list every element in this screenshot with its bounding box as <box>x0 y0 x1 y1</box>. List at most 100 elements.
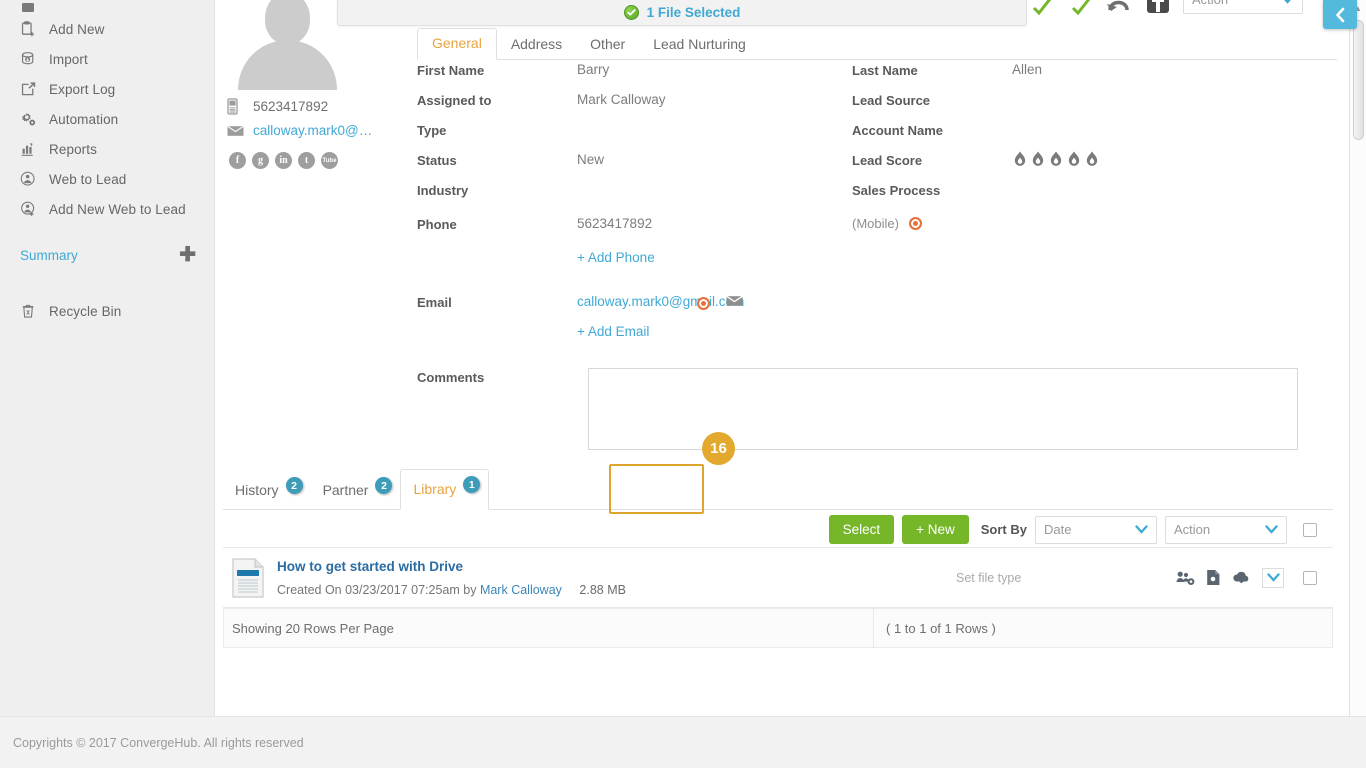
module-tabs: History 2 Partner 2 Library 1 <box>223 469 1333 510</box>
sidebar-item-automation[interactable]: Automation <box>0 104 214 134</box>
add-email-link[interactable]: + Add Email <box>577 324 649 339</box>
table-row: How to get started with Drive Created On… <box>223 548 1333 608</box>
file-title-link[interactable]: How to get started with Drive <box>277 559 956 574</box>
select-all-checkbox[interactable] <box>1303 522 1317 537</box>
sidebar-item-label: Automation <box>49 111 119 127</box>
import-icon <box>20 49 44 69</box>
vertical-scrollbar[interactable]: ▲ <box>1349 0 1366 716</box>
tab-partner[interactable]: Partner 2 <box>311 471 401 510</box>
share-users-icon[interactable] <box>1176 570 1195 586</box>
row-checkbox[interactable] <box>1303 570 1317 585</box>
field-label: Type <box>417 123 447 138</box>
phone-type-label: (Mobile) <box>852 216 899 231</box>
tab-lead-nurturing[interactable]: Lead Nurturing <box>639 30 760 60</box>
flame-icon[interactable] <box>1084 150 1100 170</box>
linkedin-icon[interactable]: in <box>275 152 292 169</box>
action-select-top[interactable]: Action <box>1183 0 1303 14</box>
chevron-down-icon <box>1265 523 1278 536</box>
flame-icon[interactable] <box>1012 150 1028 170</box>
field-value: Barry <box>577 62 610 77</box>
field-label: Industry <box>417 183 469 198</box>
new-button[interactable]: + New <box>902 515 969 544</box>
clipped-icon <box>20 0 44 14</box>
flame-icon[interactable] <box>1066 150 1082 170</box>
twitter-icon[interactable]: t <box>298 152 315 169</box>
avatar-body <box>238 40 337 90</box>
sidebar-item-export-log[interactable]: Export Log <box>0 74 214 104</box>
sidebar-item-web-to-lead[interactable]: Web to Lead <box>0 164 214 194</box>
sort-select[interactable]: Date <box>1035 515 1157 544</box>
set-file-type-label[interactable]: Set file type <box>956 571 1176 585</box>
tab-other[interactable]: Other <box>576 30 639 60</box>
form-row-phone: Phone 5623417892 (Mobile) <box>417 216 1347 250</box>
check-green-icon[interactable] <box>1031 0 1053 16</box>
tab-badge: 2 <box>375 477 393 494</box>
file-subtitle: Created On 03/23/2017 07:25am by Mark Ca… <box>277 583 956 597</box>
contact-email-row[interactable]: calloway.mark0@… <box>225 123 425 138</box>
facebook-icon[interactable]: f <box>229 152 246 169</box>
text-box-icon[interactable] <box>1143 0 1173 14</box>
form-row-email: Email calloway.mark0@gmail.com <box>417 294 1347 324</box>
undo-arrow-icon[interactable] <box>1105 0 1133 14</box>
call-record-icon[interactable] <box>697 296 710 310</box>
envelope-icon[interactable] <box>726 294 743 312</box>
avatar-head <box>265 0 310 44</box>
sidebar-item-add-new-web-to-lead[interactable]: Add New Web to Lead <box>0 194 214 224</box>
check-green-icon[interactable] <box>1070 0 1092 16</box>
scrollbar-thumb[interactable] <box>1353 20 1364 140</box>
field-value: Allen <box>1012 62 1043 77</box>
back-button[interactable] <box>1323 0 1357 29</box>
sidebar-item-import[interactable]: Import <box>0 44 214 74</box>
tab-label: History <box>235 481 279 498</box>
chevron-down-icon[interactable] <box>1262 567 1284 588</box>
tab-address[interactable]: Address <box>497 30 576 60</box>
main-content: 1 File Selected Action ▲ <box>215 0 1366 716</box>
social-links-row: f g in t Tube <box>225 152 425 169</box>
cloud-download-icon[interactable] <box>1232 570 1251 585</box>
field-label: Sales Process <box>852 183 941 198</box>
export-log-icon <box>20 79 44 99</box>
field-phone: Phone 5623417892 <box>417 216 852 232</box>
sidebar-item-recycle-bin[interactable]: Recycle Bin <box>0 296 214 326</box>
step-marker-badge: 16 <box>702 432 735 465</box>
field-last-name: Last Name Allen <box>852 62 1282 78</box>
action-select-top-value: Action <box>1192 0 1281 7</box>
sidebar-item-clipped-top[interactable] <box>0 0 214 14</box>
sidebar-item-reports[interactable]: Reports <box>0 134 214 164</box>
sidebar-summary-row[interactable]: Summary ✚ <box>0 240 214 270</box>
sidebar-item-label: Recycle Bin <box>49 303 122 319</box>
google-plus-icon[interactable]: g <box>252 152 269 169</box>
form-row: First Name Barry Last Name Allen <box>417 62 1347 92</box>
add-phone-link[interactable]: + Add Phone <box>577 250 655 265</box>
file-created-prefix: Created On 03/23/2017 07:25am by <box>277 582 477 597</box>
tab-history[interactable]: History 2 <box>223 471 311 510</box>
email-actions-group <box>697 294 1127 312</box>
flame-icon[interactable] <box>1030 150 1046 170</box>
preview-document-icon[interactable] <box>1206 569 1221 586</box>
field-label: Lead Score <box>852 153 923 168</box>
tab-general[interactable]: General <box>417 28 497 60</box>
select-button[interactable]: Select <box>828 515 895 544</box>
file-created-by-link[interactable]: Mark Calloway <box>480 583 562 597</box>
page-footer: Copyrights © 2017 ConvergeHub. All right… <box>0 716 1366 768</box>
field-label: Account Name <box>852 123 944 138</box>
sidebar-item-add-new[interactable]: Add New <box>0 14 214 44</box>
library-toolbar: Select + New Sort By Date Action <box>223 512 1333 548</box>
field-label: Phone <box>417 217 457 232</box>
file-size: 2.88 MB <box>579 582 626 597</box>
comments-textarea[interactable] <box>588 368 1298 450</box>
tab-library[interactable]: Library 1 <box>400 469 490 510</box>
trash-icon <box>20 301 44 321</box>
plus-icon[interactable]: ✚ <box>179 245 196 265</box>
form-row: Industry Sales Process <box>417 182 1347 212</box>
youtube-icon[interactable]: Tube <box>321 152 338 169</box>
flame-icon[interactable] <box>1048 150 1064 170</box>
sort-select-value: Date <box>1044 522 1072 537</box>
action-select[interactable]: Action <box>1165 515 1287 544</box>
field-lead-source: Lead Source <box>852 92 1282 108</box>
call-record-icon[interactable] <box>908 217 922 230</box>
lead-score-flames[interactable] <box>1012 150 1100 170</box>
contact-email-value[interactable]: calloway.mark0@… <box>253 123 372 138</box>
